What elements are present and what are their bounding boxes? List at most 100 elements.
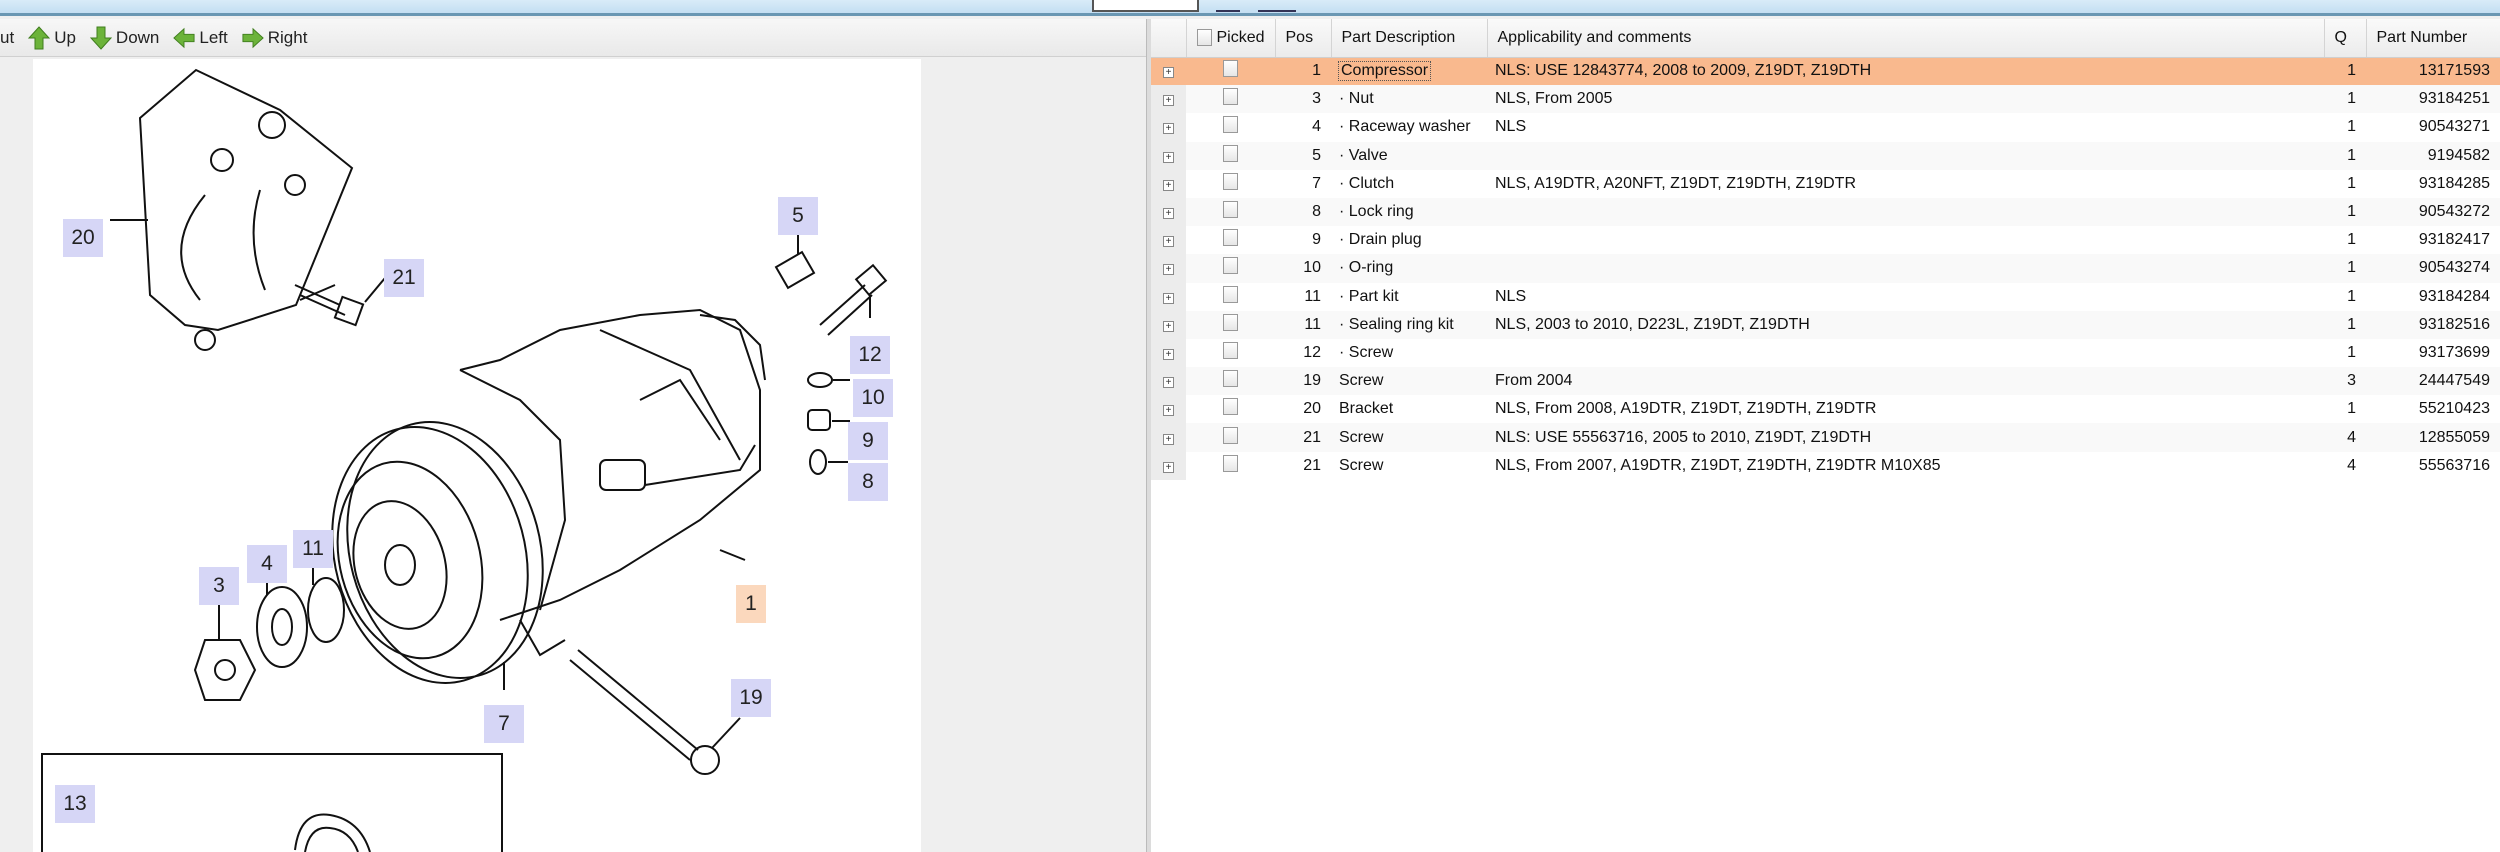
picked-checkbox[interactable] bbox=[1223, 398, 1238, 416]
callout-12[interactable]: 12 bbox=[850, 336, 890, 374]
callout-3[interactable]: 3 bbox=[199, 567, 239, 605]
callout-11[interactable]: 11 bbox=[293, 530, 333, 568]
expand-icon[interactable]: + bbox=[1163, 208, 1174, 220]
pos-cell: 21 bbox=[1303, 456, 1321, 474]
pos-cell: 11 bbox=[1275, 310, 1331, 339]
expand-icon[interactable]: + bbox=[1163, 123, 1174, 135]
top-link[interactable] bbox=[1216, 10, 1240, 12]
picked-checkbox[interactable] bbox=[1223, 313, 1238, 331]
table-row[interactable]: + 11 · Part kit NLS 1 93184284 bbox=[1151, 282, 2500, 311]
callout-7[interactable]: 7 bbox=[484, 705, 524, 743]
part-number-cell: 93184285 bbox=[2418, 174, 2490, 192]
picked-checkbox[interactable] bbox=[1223, 60, 1238, 78]
expand-cell: + bbox=[1151, 226, 1186, 255]
table-row[interactable]: + 4 · Raceway washer NLS 1 90543271 bbox=[1151, 113, 2500, 142]
picked-checkbox[interactable] bbox=[1223, 370, 1238, 388]
comments-column-header[interactable]: Applicability and comments bbox=[1487, 19, 2325, 58]
table-row[interactable]: + 10 · O-ring 1 90543274 bbox=[1151, 254, 2500, 283]
top-input[interactable] bbox=[1092, 0, 1199, 12]
expand-icon[interactable]: + bbox=[1163, 151, 1174, 163]
picked-checkbox[interactable] bbox=[1223, 201, 1238, 219]
table-row[interactable]: + 8 · Lock ring 1 90543272 bbox=[1151, 197, 2500, 227]
description-column-header[interactable]: Part Description bbox=[1331, 19, 1488, 58]
table-row[interactable]: + 11 · Sealing ring kit NLS, 2003 to 201… bbox=[1151, 310, 2500, 339]
picked-cell bbox=[1186, 310, 1275, 339]
callout-13[interactable]: 13 bbox=[55, 785, 95, 823]
picked-checkbox[interactable] bbox=[1223, 229, 1238, 247]
expand-icon[interactable]: + bbox=[1163, 179, 1174, 191]
arrow-left-icon bbox=[173, 27, 195, 48]
top-link[interactable] bbox=[1258, 10, 1296, 12]
picked-all-checkbox[interactable] bbox=[1196, 29, 1212, 47]
right-button[interactable]: Right bbox=[242, 26, 308, 50]
part-number-column-header[interactable]: Part Number bbox=[2366, 19, 2500, 58]
picked-checkbox[interactable] bbox=[1223, 454, 1238, 472]
description-text: Screw bbox=[1339, 428, 1384, 446]
expand-icon[interactable]: + bbox=[1163, 405, 1174, 417]
picked-checkbox[interactable] bbox=[1223, 144, 1238, 162]
table-row[interactable]: + 1 Compressor NLS: USE 12843774, 2008 t… bbox=[1151, 57, 2500, 86]
expand-icon[interactable]: + bbox=[1163, 292, 1174, 304]
description-cell: · Raceway washer bbox=[1331, 113, 1487, 141]
table-row[interactable]: + 21 Screw NLS, From 2007, A19DTR, Z19DT… bbox=[1151, 451, 2500, 480]
q-cell: 1 bbox=[2347, 400, 2356, 418]
table-row[interactable]: + 21 Screw NLS: USE 55563716, 2005 to 20… bbox=[1151, 423, 2500, 452]
callout-5[interactable]: 5 bbox=[778, 197, 818, 235]
callout-8[interactable]: 8 bbox=[848, 463, 888, 501]
expand-icon[interactable]: + bbox=[1163, 433, 1174, 445]
table-row[interactable]: + 5 · Valve 1 9194582 bbox=[1151, 141, 2500, 170]
expand-cell: + bbox=[1151, 57, 1186, 86]
table-row[interactable]: + 12 · Screw 1 93173699 bbox=[1151, 338, 2500, 368]
parts-diagram[interactable]: 20 21 5 12 10 9 8 3 4 11 1 7 19 13 bbox=[33, 59, 921, 852]
picked-checkbox[interactable] bbox=[1223, 172, 1238, 190]
expand-icon[interactable]: + bbox=[1163, 348, 1174, 360]
q-column-header[interactable]: Q bbox=[2324, 19, 2367, 58]
part-number-cell: 55210423 bbox=[2418, 400, 2490, 418]
description-cell: · Screw bbox=[1331, 339, 1487, 367]
picked-column-header[interactable]: Picked bbox=[1186, 19, 1276, 58]
callout-9[interactable]: 9 bbox=[848, 422, 888, 460]
picked-checkbox[interactable] bbox=[1223, 88, 1238, 106]
table-row[interactable]: + 3 · Nut NLS, From 2005 1 93184251 bbox=[1151, 85, 2500, 114]
callout-19[interactable]: 19 bbox=[731, 679, 771, 717]
callout-1[interactable]: 1 bbox=[736, 585, 766, 623]
comments-cell: NLS bbox=[1495, 118, 1527, 136]
picked-checkbox[interactable] bbox=[1223, 116, 1238, 134]
picked-checkbox[interactable] bbox=[1223, 341, 1238, 359]
table-row[interactable]: + 20 Bracket NLS, From 2008, A19DTR, Z19… bbox=[1151, 395, 2500, 424]
zoom-out-button[interactable]: ut bbox=[0, 28, 14, 48]
up-button[interactable]: Up bbox=[28, 25, 76, 50]
expand-icon[interactable]: + bbox=[1163, 377, 1174, 389]
part-number-cell: 90543272 bbox=[2366, 197, 2500, 227]
arrow-up-icon bbox=[28, 25, 51, 49]
callout-4[interactable]: 4 bbox=[247, 545, 287, 583]
picked-cell bbox=[1186, 254, 1275, 283]
q-cell: 1 bbox=[2324, 57, 2366, 86]
expand-icon[interactable]: + bbox=[1163, 95, 1174, 107]
picked-checkbox[interactable] bbox=[1223, 426, 1238, 444]
table-row[interactable]: + 7 · Clutch NLS, A19DTR, A20NFT, Z19DT,… bbox=[1151, 169, 2500, 198]
pos-cell: 20 bbox=[1303, 400, 1321, 418]
expand-icon[interactable]: + bbox=[1163, 461, 1174, 473]
q-cell: 1 bbox=[2324, 197, 2366, 227]
expand-icon[interactable]: + bbox=[1163, 67, 1174, 79]
left-button[interactable]: Left bbox=[173, 26, 228, 50]
description-text: · Lock ring bbox=[1339, 203, 1414, 221]
callout-20[interactable]: 20 bbox=[63, 219, 103, 257]
description-cell: · Lock ring bbox=[1331, 197, 1487, 227]
q-cell: 4 bbox=[2347, 456, 2356, 474]
callout-10[interactable]: 10 bbox=[853, 379, 893, 417]
expand-icon[interactable]: + bbox=[1163, 236, 1174, 248]
callout-21[interactable]: 21 bbox=[384, 259, 424, 297]
expand-icon[interactable]: + bbox=[1163, 264, 1174, 276]
picked-checkbox[interactable] bbox=[1223, 285, 1238, 303]
expand-icon[interactable]: + bbox=[1163, 320, 1174, 332]
pos-column-header[interactable]: Pos bbox=[1275, 19, 1332, 58]
zoom-out-label: ut bbox=[0, 27, 15, 47]
down-button[interactable]: Down bbox=[89, 26, 159, 50]
description-cell: Bracket bbox=[1331, 395, 1487, 423]
table-row[interactable]: + 19 Screw From 2004 3 24447549 bbox=[1151, 367, 2500, 396]
picked-checkbox[interactable] bbox=[1223, 257, 1238, 275]
right-label: Right bbox=[267, 27, 308, 47]
table-row[interactable]: + 9 · Drain plug 1 93182417 bbox=[1151, 226, 2500, 255]
